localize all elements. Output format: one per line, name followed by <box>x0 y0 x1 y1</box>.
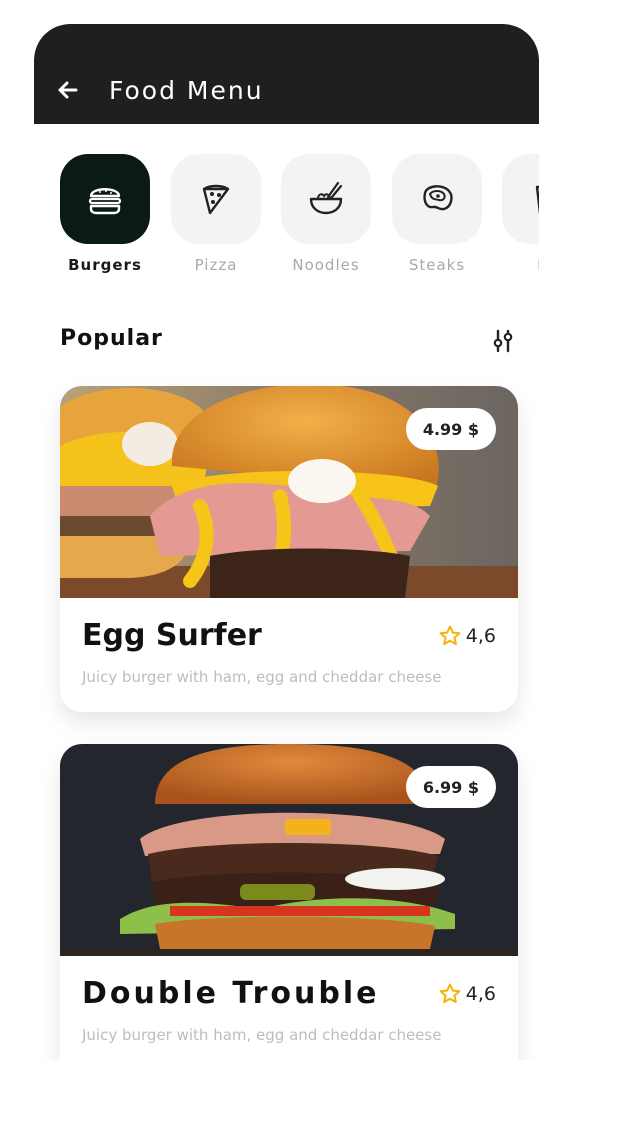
category-steaks[interactable]: Steaks <box>392 154 482 274</box>
category-burgers[interactable]: Burgers <box>60 154 150 274</box>
food-name: Egg Surfer <box>82 618 262 653</box>
rating-value: 4,6 <box>465 983 496 1005</box>
burger-icon <box>88 188 122 215</box>
filter-sliders-icon <box>493 329 513 353</box>
category-label: Dr <box>502 256 539 274</box>
rating: 4,6 <box>438 982 496 1006</box>
food-name: Double Trouble <box>82 976 380 1011</box>
pizza-slice-icon <box>202 184 230 215</box>
arrow-left-icon <box>58 81 78 99</box>
filter-button[interactable] <box>490 328 516 354</box>
category-tile <box>171 154 261 244</box>
category-tile <box>392 154 482 244</box>
price-badge: 6.99 $ <box>405 766 496 808</box>
category-label: Noodles <box>292 256 360 274</box>
food-description: Juicy burger with ham, egg and cheddar c… <box>82 668 442 686</box>
food-image: 4.99 $ <box>60 386 518 598</box>
app-bar: Food Menu <box>34 24 539 124</box>
category-label: Burgers <box>68 256 142 274</box>
star-icon <box>439 983 461 1004</box>
page-title: Food Menu <box>109 76 264 105</box>
rating: 4,6 <box>438 624 496 648</box>
category-tile <box>502 154 539 244</box>
category-tile <box>60 154 150 244</box>
steak-icon <box>423 185 453 211</box>
category-label: Steaks <box>408 256 466 274</box>
star-icon <box>439 625 461 646</box>
drink-icon <box>535 185 539 214</box>
food-card-double-trouble[interactable]: 6.99 $ Double Trouble 4,6 Juicy burger w… <box>60 744 518 1060</box>
section-title: Popular <box>60 326 163 351</box>
category-noodles[interactable]: Noodles <box>281 154 371 274</box>
category-drinks[interactable]: Dr <box>502 154 539 274</box>
category-pizza[interactable]: Pizza <box>171 154 261 274</box>
rating-value: 4,6 <box>465 625 496 647</box>
category-tile <box>281 154 371 244</box>
food-description: Juicy burger with ham, egg and cheddar c… <box>82 1026 442 1044</box>
back-button[interactable] <box>54 76 82 104</box>
food-card-egg-surfer[interactable]: 4.99 $ Egg Surfer 4,6 Juicy burger with … <box>60 386 518 712</box>
food-image: 6.99 $ <box>60 744 518 956</box>
price-badge: 4.99 $ <box>405 408 496 450</box>
category-list: Burgers Pizza Noodles Steaks <box>60 154 539 284</box>
noodle-bowl-icon <box>309 181 343 215</box>
phone-screen: Food Menu Burgers Pizza Noodles Steaks P… <box>34 24 539 1060</box>
category-label: Pizza <box>194 256 238 274</box>
